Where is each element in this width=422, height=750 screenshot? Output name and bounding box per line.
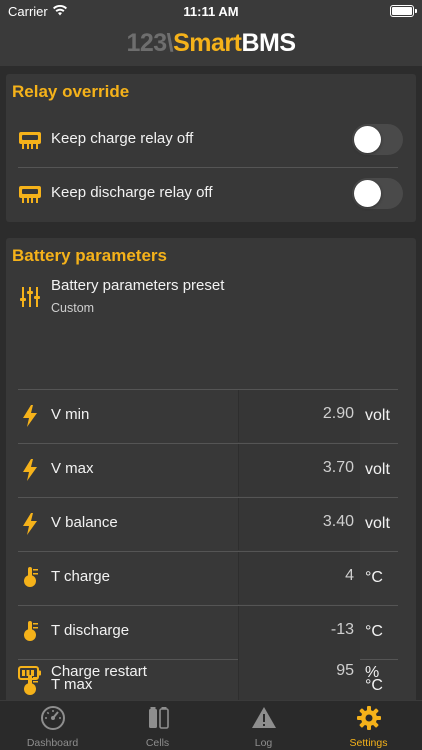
battery-status-icon [390, 5, 417, 17]
tab-settings[interactable]: Settings [316, 701, 421, 750]
v-min-row: V min 2.90 volt [18, 390, 398, 442]
param-unit: volt [365, 515, 390, 532]
preset-label: Battery parameters preset [51, 277, 225, 294]
warning-icon [252, 707, 276, 728]
tab-label: Log [254, 737, 273, 749]
bolt-icon [23, 513, 37, 535]
discharge-relay-toggle[interactable] [352, 178, 403, 209]
keep-charge-relay-off-row: Keep charge relay off [18, 120, 403, 160]
thermometer-icon [24, 567, 38, 587]
param-unit: °C [365, 623, 383, 640]
toggle-knob [354, 126, 381, 153]
param-unit: volt [365, 407, 390, 424]
param-label: V min [51, 406, 90, 423]
status-time: 11:11 AM [183, 4, 239, 19]
gear-icon [357, 706, 381, 730]
tab-log[interactable]: Log [211, 701, 316, 750]
preset-value: Custom [51, 301, 95, 315]
param-unit: volt [365, 461, 390, 478]
param-value: 2.90 [322, 405, 354, 422]
v-balance-input[interactable]: 3.40 [238, 498, 360, 550]
tab-label: Settings [349, 737, 388, 749]
sliders-icon [20, 287, 40, 307]
bolt-icon [23, 459, 37, 481]
app-logo: 123\SmartBMS [0, 24, 422, 62]
logo-smart: Smart [173, 29, 242, 57]
param-label: Charge restart [51, 663, 147, 680]
param-value: 3.70 [322, 459, 354, 476]
charge-relay-toggle[interactable] [352, 124, 403, 155]
t-charge-row: T charge 4 °C [18, 552, 398, 604]
param-value: 95 [336, 662, 354, 679]
charge-restart-row: Charge restart 95 % [18, 647, 398, 699]
gauge-icon [41, 706, 65, 730]
param-value: 3.40 [322, 513, 354, 530]
battery-icon [18, 666, 41, 680]
v-max-input[interactable]: 3.70 [238, 444, 360, 496]
param-unit: °C [365, 569, 383, 586]
section-title: Relay override [12, 82, 130, 101]
toggle-knob [354, 180, 381, 207]
relay-icon [19, 132, 41, 149]
charge-restart-input[interactable]: 95 [238, 647, 360, 699]
param-label: T charge [51, 568, 110, 585]
battery-parameters-preset-row[interactable]: Battery parameters preset Custom [18, 272, 398, 322]
t-charge-input[interactable]: 4 [238, 552, 360, 604]
param-value: -13 [330, 621, 354, 638]
tab-cells[interactable]: Cells [105, 701, 210, 750]
tab-label: Cells [145, 737, 170, 749]
cells-icon [149, 707, 169, 729]
logo-bms: BMS [241, 29, 296, 57]
tab-label: Dashboard [26, 737, 79, 749]
keep-discharge-relay-off-row: Keep discharge relay off [18, 174, 403, 214]
divider [18, 167, 398, 168]
v-balance-row: V balance 3.40 volt [18, 498, 398, 550]
bolt-icon [23, 405, 37, 427]
v-max-row: V max 3.70 volt [18, 444, 398, 496]
relay-override-card: Relay override Keep charge relay off Kee… [6, 74, 416, 222]
param-label: V max [51, 460, 94, 477]
section-title: Battery parameters [12, 246, 167, 265]
tab-bar: Dashboard Cells Log Settings [0, 700, 422, 750]
thermometer-icon [24, 621, 38, 641]
v-min-input[interactable]: 2.90 [238, 390, 360, 442]
settings-scroll[interactable]: Relay override Keep charge relay off Kee… [0, 66, 422, 700]
status-bar: Carrier 11:11 AM [0, 0, 422, 24]
relay-label: Keep discharge relay off [51, 184, 213, 201]
param-label: T discharge [51, 622, 130, 639]
param-unit: % [365, 664, 380, 681]
param-label: V balance [51, 514, 118, 531]
relay-label: Keep charge relay off [51, 130, 194, 147]
relay-icon [19, 186, 41, 203]
logo-number: 123\ [126, 29, 174, 57]
param-value: 4 [345, 567, 354, 584]
app-header: 123\SmartBMS [0, 24, 422, 66]
battery-parameters-card: Battery parameters Battery parameters pr… [6, 238, 416, 700]
tab-dashboard[interactable]: Dashboard [0, 701, 105, 750]
